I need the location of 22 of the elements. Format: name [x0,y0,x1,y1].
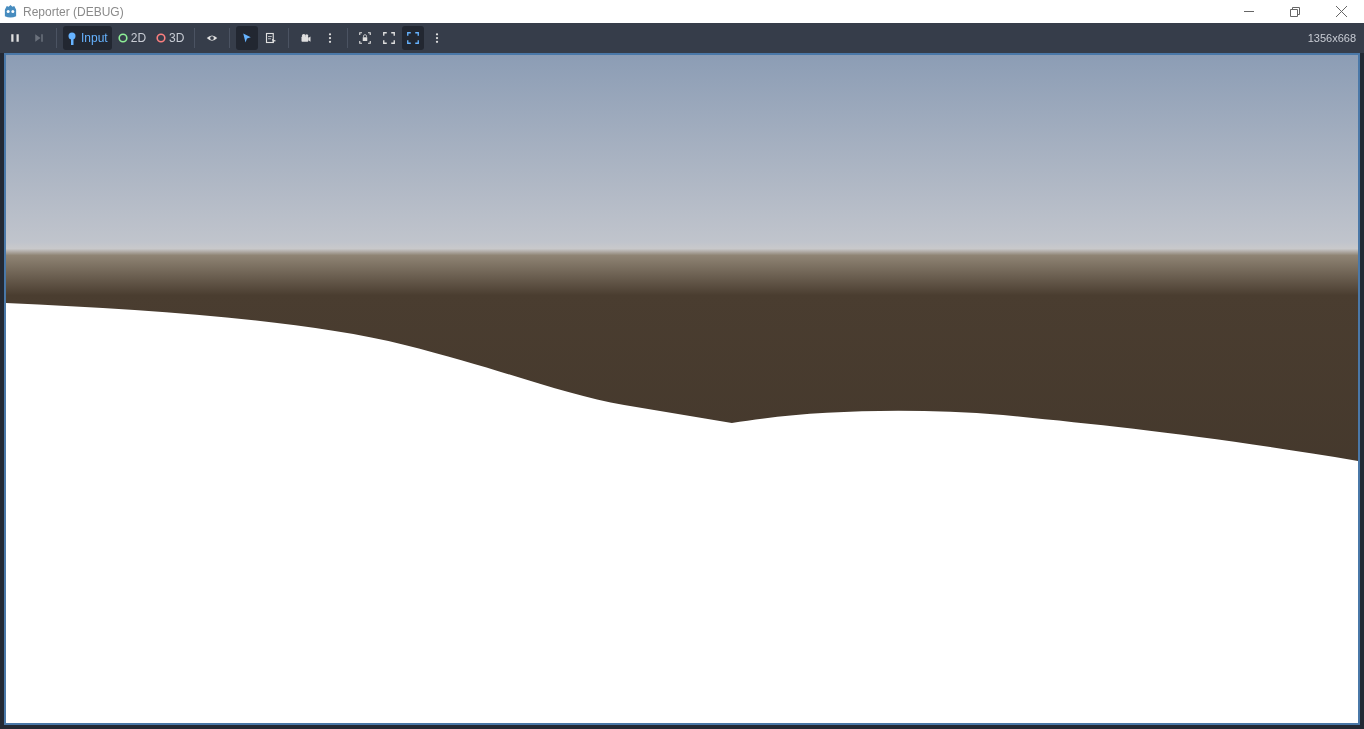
step-forward-icon [33,32,45,44]
minimize-icon [1244,11,1254,12]
ring-icon [156,33,167,43]
eye-icon [206,32,219,44]
frame-lock-icon [359,32,372,44]
ring-icon [117,33,128,43]
mode-toggle[interactable]: 2D [113,26,151,50]
app-logo-icon [3,4,18,19]
cursor-button[interactable] [236,26,259,50]
mode-toggle[interactable]: 3D [152,26,189,50]
restore-icon [1290,6,1300,17]
pause-icon [9,32,21,44]
joystick-icon [67,31,78,45]
input-toggle[interactable]: Input [63,26,112,50]
fullscreen-button[interactable] [402,26,425,50]
list-cursor-icon [265,32,278,44]
fullscreen-icon [383,32,396,44]
fullscreen-icon [407,32,420,44]
resolution-label: 1356x668 [1307,30,1356,46]
close-icon [1335,6,1347,17]
camera-icon [300,32,313,44]
window-title: Reporter (DEBUG) [23,3,124,21]
